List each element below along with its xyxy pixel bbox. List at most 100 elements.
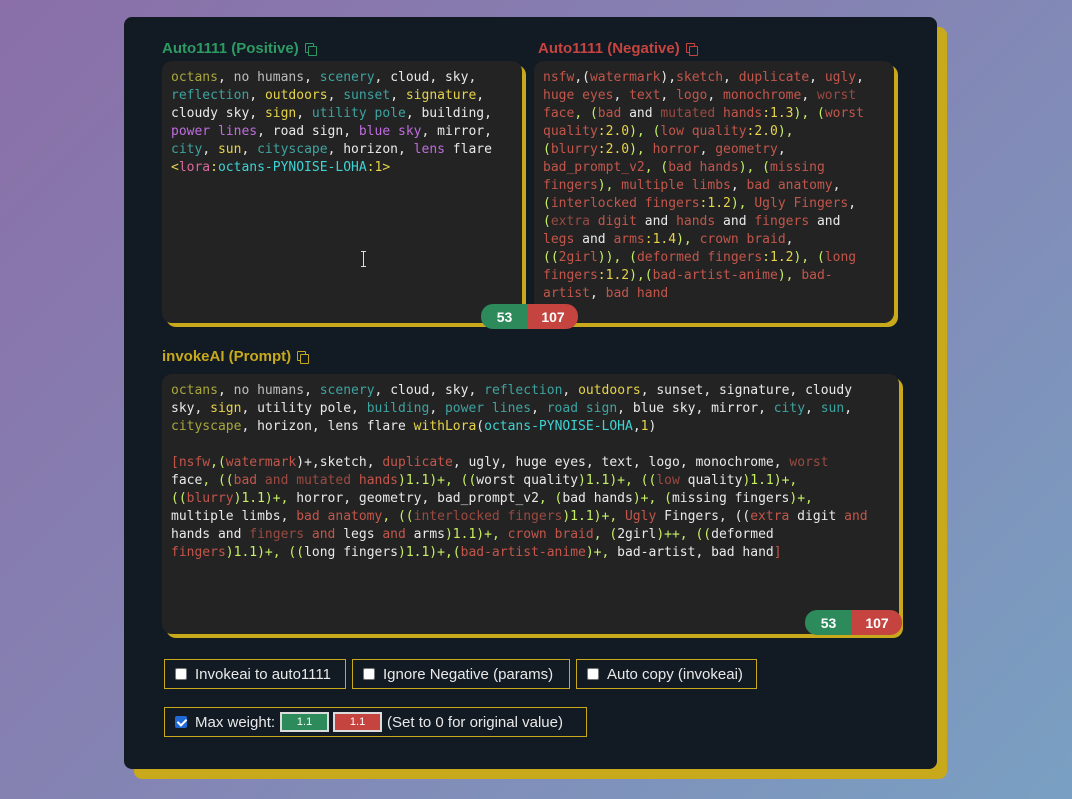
prompt-token: building xyxy=(421,106,485,121)
prompt-token: lens xyxy=(413,142,445,157)
negative-prompt-textarea[interactable]: nsfw,(watermark),sketch, duplicate, ugly… xyxy=(534,61,894,323)
prompt-token: ] xyxy=(773,545,782,560)
prompt-token: interlocked xyxy=(413,509,500,524)
copy-icon[interactable] xyxy=(297,350,310,364)
prompt-token: ), ( xyxy=(738,160,770,175)
positive-title: Auto1111 (Positive) xyxy=(162,40,299,57)
prompt-token: , xyxy=(374,70,391,85)
prompt-token: , xyxy=(832,178,841,193)
prompt-token: , xyxy=(343,124,359,139)
prompt-token: horror xyxy=(296,491,344,506)
prompt-token: hands xyxy=(351,473,399,488)
copy-icon[interactable] xyxy=(304,42,317,56)
prompt-token: , xyxy=(801,88,817,103)
prompt-token: watermark xyxy=(225,455,297,470)
prompt-token: low xyxy=(656,473,680,488)
negative-title: Auto1111 (Negative) xyxy=(538,40,680,57)
copy-icon[interactable] xyxy=(685,42,698,56)
max-weight-hint: (Set to 0 for original value) xyxy=(387,713,563,731)
prompt-token: city xyxy=(773,401,806,416)
prompt-token: , xyxy=(351,401,367,416)
option-invokeai-to-auto1111[interactable]: Invokeai to auto1111 xyxy=(164,659,346,689)
prompt-token: , xyxy=(421,124,438,139)
prompt-token: octans-PYNOISE-LOHA xyxy=(217,160,367,175)
option-max-weight[interactable]: Max weight: 1.1 1.1 (Set to 0 for origin… xyxy=(164,707,587,737)
prompt-token: , xyxy=(249,88,265,103)
max-weight-negative-input[interactable]: 1.1 xyxy=(333,712,383,732)
prompt-token: fingers xyxy=(543,178,598,193)
prompt-token: )1.1)+, xyxy=(233,491,297,506)
prompt-token: (( xyxy=(171,491,187,506)
prompt-token: , xyxy=(585,455,602,470)
negative-title-row: Auto1111 (Negative) xyxy=(538,40,698,57)
prompt-token: [ xyxy=(171,455,179,470)
prompt-token: , xyxy=(632,455,649,470)
prompt-token: missing fingers xyxy=(671,491,790,506)
option-auto-copy[interactable]: Auto copy (invokeai) xyxy=(576,659,757,689)
prompt-token: long xyxy=(824,250,857,265)
positive-prompt-textarea[interactable]: octans, no humans, scenery, cloud, sky, … xyxy=(162,61,522,323)
prompt-token: sky xyxy=(444,70,469,85)
prompt-token: , xyxy=(304,383,320,398)
prompt-token: cloudy sky xyxy=(171,106,250,121)
prompt-token: and xyxy=(621,106,661,121)
prompt-token: :1.4 xyxy=(644,232,677,247)
prompt-token: cloudy xyxy=(805,383,853,398)
prompt-token: missing xyxy=(770,160,825,175)
prompt-token: utility pole xyxy=(311,106,406,121)
prompt-token: , xyxy=(452,455,469,470)
prompt-token: duplicate xyxy=(382,455,453,470)
prompt-token: power lines xyxy=(171,124,258,139)
prompt-token: , xyxy=(257,124,273,139)
prompt-token: bad-artist-anime xyxy=(652,268,778,283)
max-weight-positive-input[interactable]: 1.1 xyxy=(280,712,330,732)
option-ignore-negative[interactable]: Ignore Negative (params) xyxy=(352,659,570,689)
max-weight-checkbox[interactable] xyxy=(175,716,187,728)
invokeai-to-auto1111-label: Invokeai to auto1111 xyxy=(195,665,331,683)
prompt-token: )++, (( xyxy=(656,527,712,542)
prompt-token: , xyxy=(785,232,794,247)
prompt-token: : xyxy=(210,160,218,175)
prompt-token: bad- xyxy=(801,268,833,283)
prompt-token: , xyxy=(758,401,774,416)
ignore-negative-checkbox[interactable] xyxy=(363,668,375,680)
invoke-prompt-textarea[interactable]: octans, no humans, scenery, cloud, sky , … xyxy=(162,374,899,634)
prompt-token: and xyxy=(257,473,297,488)
prompt-token: blurry xyxy=(186,491,234,506)
prompt-token: , xyxy=(617,401,633,416)
prompt-token: road sign xyxy=(546,401,618,416)
prompt-token: ugly xyxy=(824,70,857,85)
prompt-token: , xyxy=(613,88,630,103)
prompt-token: and xyxy=(844,509,868,524)
prompt-token: face xyxy=(543,106,575,121)
prompt-token: ), xyxy=(660,70,677,85)
prompt-token: 2girl xyxy=(558,250,598,265)
prompt-token: legs xyxy=(543,232,583,247)
prompt-token: low quality xyxy=(660,124,747,139)
prompt-token: (( xyxy=(543,250,559,265)
prompt-token: , xyxy=(679,455,696,470)
prompt-token: Fingers, (( xyxy=(656,509,751,524)
prompt-token: , xyxy=(398,142,414,157)
prompt-token: octans xyxy=(171,383,218,398)
prompt-token: > xyxy=(382,160,391,175)
prompt-token: )+, xyxy=(585,545,618,560)
prompt-token: , xyxy=(390,88,406,103)
prompt-token: outdoors xyxy=(578,383,641,398)
prompt-token: )), ( xyxy=(597,250,637,265)
prompt-token: fingers xyxy=(171,545,226,560)
prompt-token: , xyxy=(484,106,492,121)
invokeai-to-auto1111-checkbox[interactable] xyxy=(175,668,187,680)
auto-copy-checkbox[interactable] xyxy=(587,668,599,680)
prompt-token: < xyxy=(171,160,179,175)
prompt-token: sketch xyxy=(319,455,367,470)
prompt-token: sign xyxy=(264,106,297,121)
prompt-token: ), ( xyxy=(793,250,825,265)
prompt-token: , xyxy=(217,70,234,85)
prompt-token: , xyxy=(429,401,445,416)
prompt-token: ), ( xyxy=(793,106,825,121)
prompt-token: :2.0 xyxy=(597,124,630,139)
prompt-token: and xyxy=(217,527,242,542)
prompt-token: , xyxy=(773,455,790,470)
prompt-token: , xyxy=(405,106,422,121)
